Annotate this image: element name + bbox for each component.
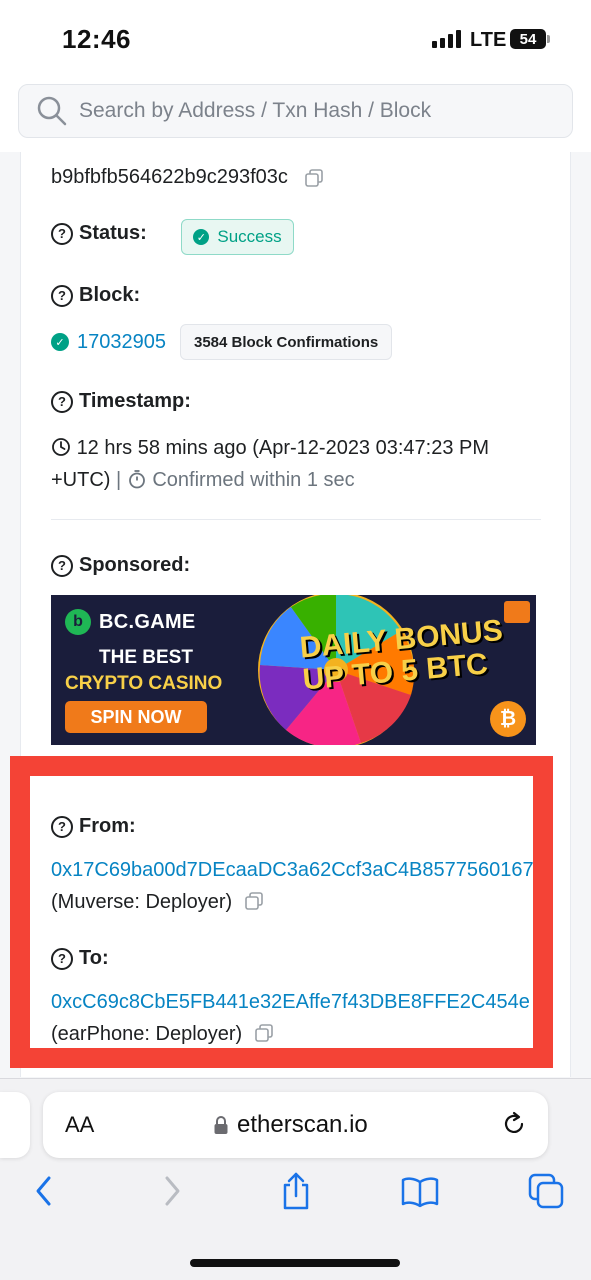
confirmed-within: Confirmed within 1 sec xyxy=(152,469,355,491)
sponsored-label-row: ? Sponsored: xyxy=(51,554,190,577)
ad-mascot-icon xyxy=(504,601,530,623)
share-button[interactable] xyxy=(276,1171,316,1211)
site-header: Search by Address / Txn Hash / Block xyxy=(0,76,591,152)
sponsored-label: Sponsored: xyxy=(79,554,191,576)
copy-icon[interactable] xyxy=(304,168,324,188)
help-circle-icon[interactable]: ? xyxy=(51,390,73,413)
clock-time: 12:46 xyxy=(62,24,131,54)
text-size-label: AA xyxy=(65,1112,95,1137)
forward-button[interactable] xyxy=(152,1171,192,1211)
lock-icon xyxy=(214,1116,228,1134)
cellular-signal-icon xyxy=(432,30,461,48)
battery-nub xyxy=(547,35,550,43)
red-highlight-box xyxy=(10,756,553,1068)
status-badge: ✓ Success xyxy=(181,219,294,255)
clock-icon xyxy=(52,438,70,456)
book-icon xyxy=(401,1177,439,1208)
timestamp-value: 12 hrs 58 mins ago (Apr-12-2023 03:47:23… xyxy=(51,432,541,496)
share-icon xyxy=(283,1172,309,1210)
previous-tab-peek[interactable] xyxy=(0,1092,30,1158)
chevron-right-icon xyxy=(165,1176,180,1206)
text-size-button[interactable]: AA xyxy=(65,1112,94,1138)
stopwatch-icon xyxy=(128,470,145,489)
domain-text: etherscan.io xyxy=(237,1111,368,1138)
ad-brand: BC.GAME xyxy=(99,610,196,633)
ad-tagline-2: CRYPTO CASINO xyxy=(65,673,223,694)
browser-bottom-bar: AA etherscan.io xyxy=(0,1078,591,1280)
back-button[interactable] xyxy=(24,1171,64,1211)
bitcoin-icon: ₿ xyxy=(490,701,526,737)
help-circle-icon[interactable]: ? xyxy=(51,284,73,307)
block-row: ✓ 17032905 3584 Block Confirmations xyxy=(51,324,393,360)
network-type: LTE xyxy=(470,29,507,51)
pipe-divider: | xyxy=(116,469,127,491)
ad-tagline-1: THE BEST xyxy=(99,647,193,668)
txn-hash-tail: b9bfbfb564622b9c293f03c xyxy=(51,166,288,188)
status-bar: 12:46 LTE 54 xyxy=(0,0,591,76)
search-input[interactable]: Search by Address / Txn Hash / Block xyxy=(18,84,573,138)
status-label-row: ? Status: xyxy=(51,222,147,245)
tabs-icon xyxy=(528,1173,564,1209)
status-label: Status: xyxy=(79,222,147,244)
browser-toolbar xyxy=(0,1171,591,1231)
txn-hash-line: b9bfbfb564622b9c293f03c xyxy=(51,166,324,189)
battery-icon: 54 xyxy=(510,29,546,49)
check-circle-icon: ✓ xyxy=(51,333,69,351)
reload-icon[interactable] xyxy=(500,1110,528,1138)
help-circle-icon[interactable]: ? xyxy=(51,554,73,577)
ad-logo: b BC.GAME xyxy=(65,609,196,635)
tabs-button[interactable] xyxy=(526,1171,566,1211)
home-indicator xyxy=(190,1259,400,1267)
timestamp-label-row: ? Timestamp: xyxy=(51,390,191,413)
section-divider xyxy=(51,519,541,520)
block-number-link[interactable]: 17032905 xyxy=(77,331,166,354)
help-circle-icon[interactable]: ? xyxy=(51,222,73,245)
address-bar[interactable]: AA etherscan.io xyxy=(43,1092,548,1158)
search-icon xyxy=(37,96,67,126)
block-confirmations-badge: 3584 Block Confirmations xyxy=(179,324,393,360)
ad-spin-button[interactable]: SPIN NOW xyxy=(65,701,207,733)
bc-game-logo-icon: b xyxy=(65,609,91,635)
domain-display[interactable]: etherscan.io xyxy=(213,1111,368,1139)
txn-hash-partial: 0x79077f0aaab0aa7a1c7e774b2b4a4a4a0b3a1 xyxy=(51,152,477,158)
check-circle-icon: ✓ xyxy=(193,229,210,245)
block-label: Block: xyxy=(79,284,141,306)
status-value: Success xyxy=(217,227,282,246)
timestamp-label: Timestamp: xyxy=(79,390,191,412)
search-placeholder: Search by Address / Txn Hash / Block xyxy=(79,99,432,122)
sponsored-ad-banner[interactable]: b BC.GAME THE BEST CRYPTO CASINO SPIN NO… xyxy=(51,595,536,745)
block-label-row: ? Block: xyxy=(51,284,140,307)
bookmarks-button[interactable] xyxy=(400,1171,440,1211)
chevron-left-icon xyxy=(36,1176,51,1206)
